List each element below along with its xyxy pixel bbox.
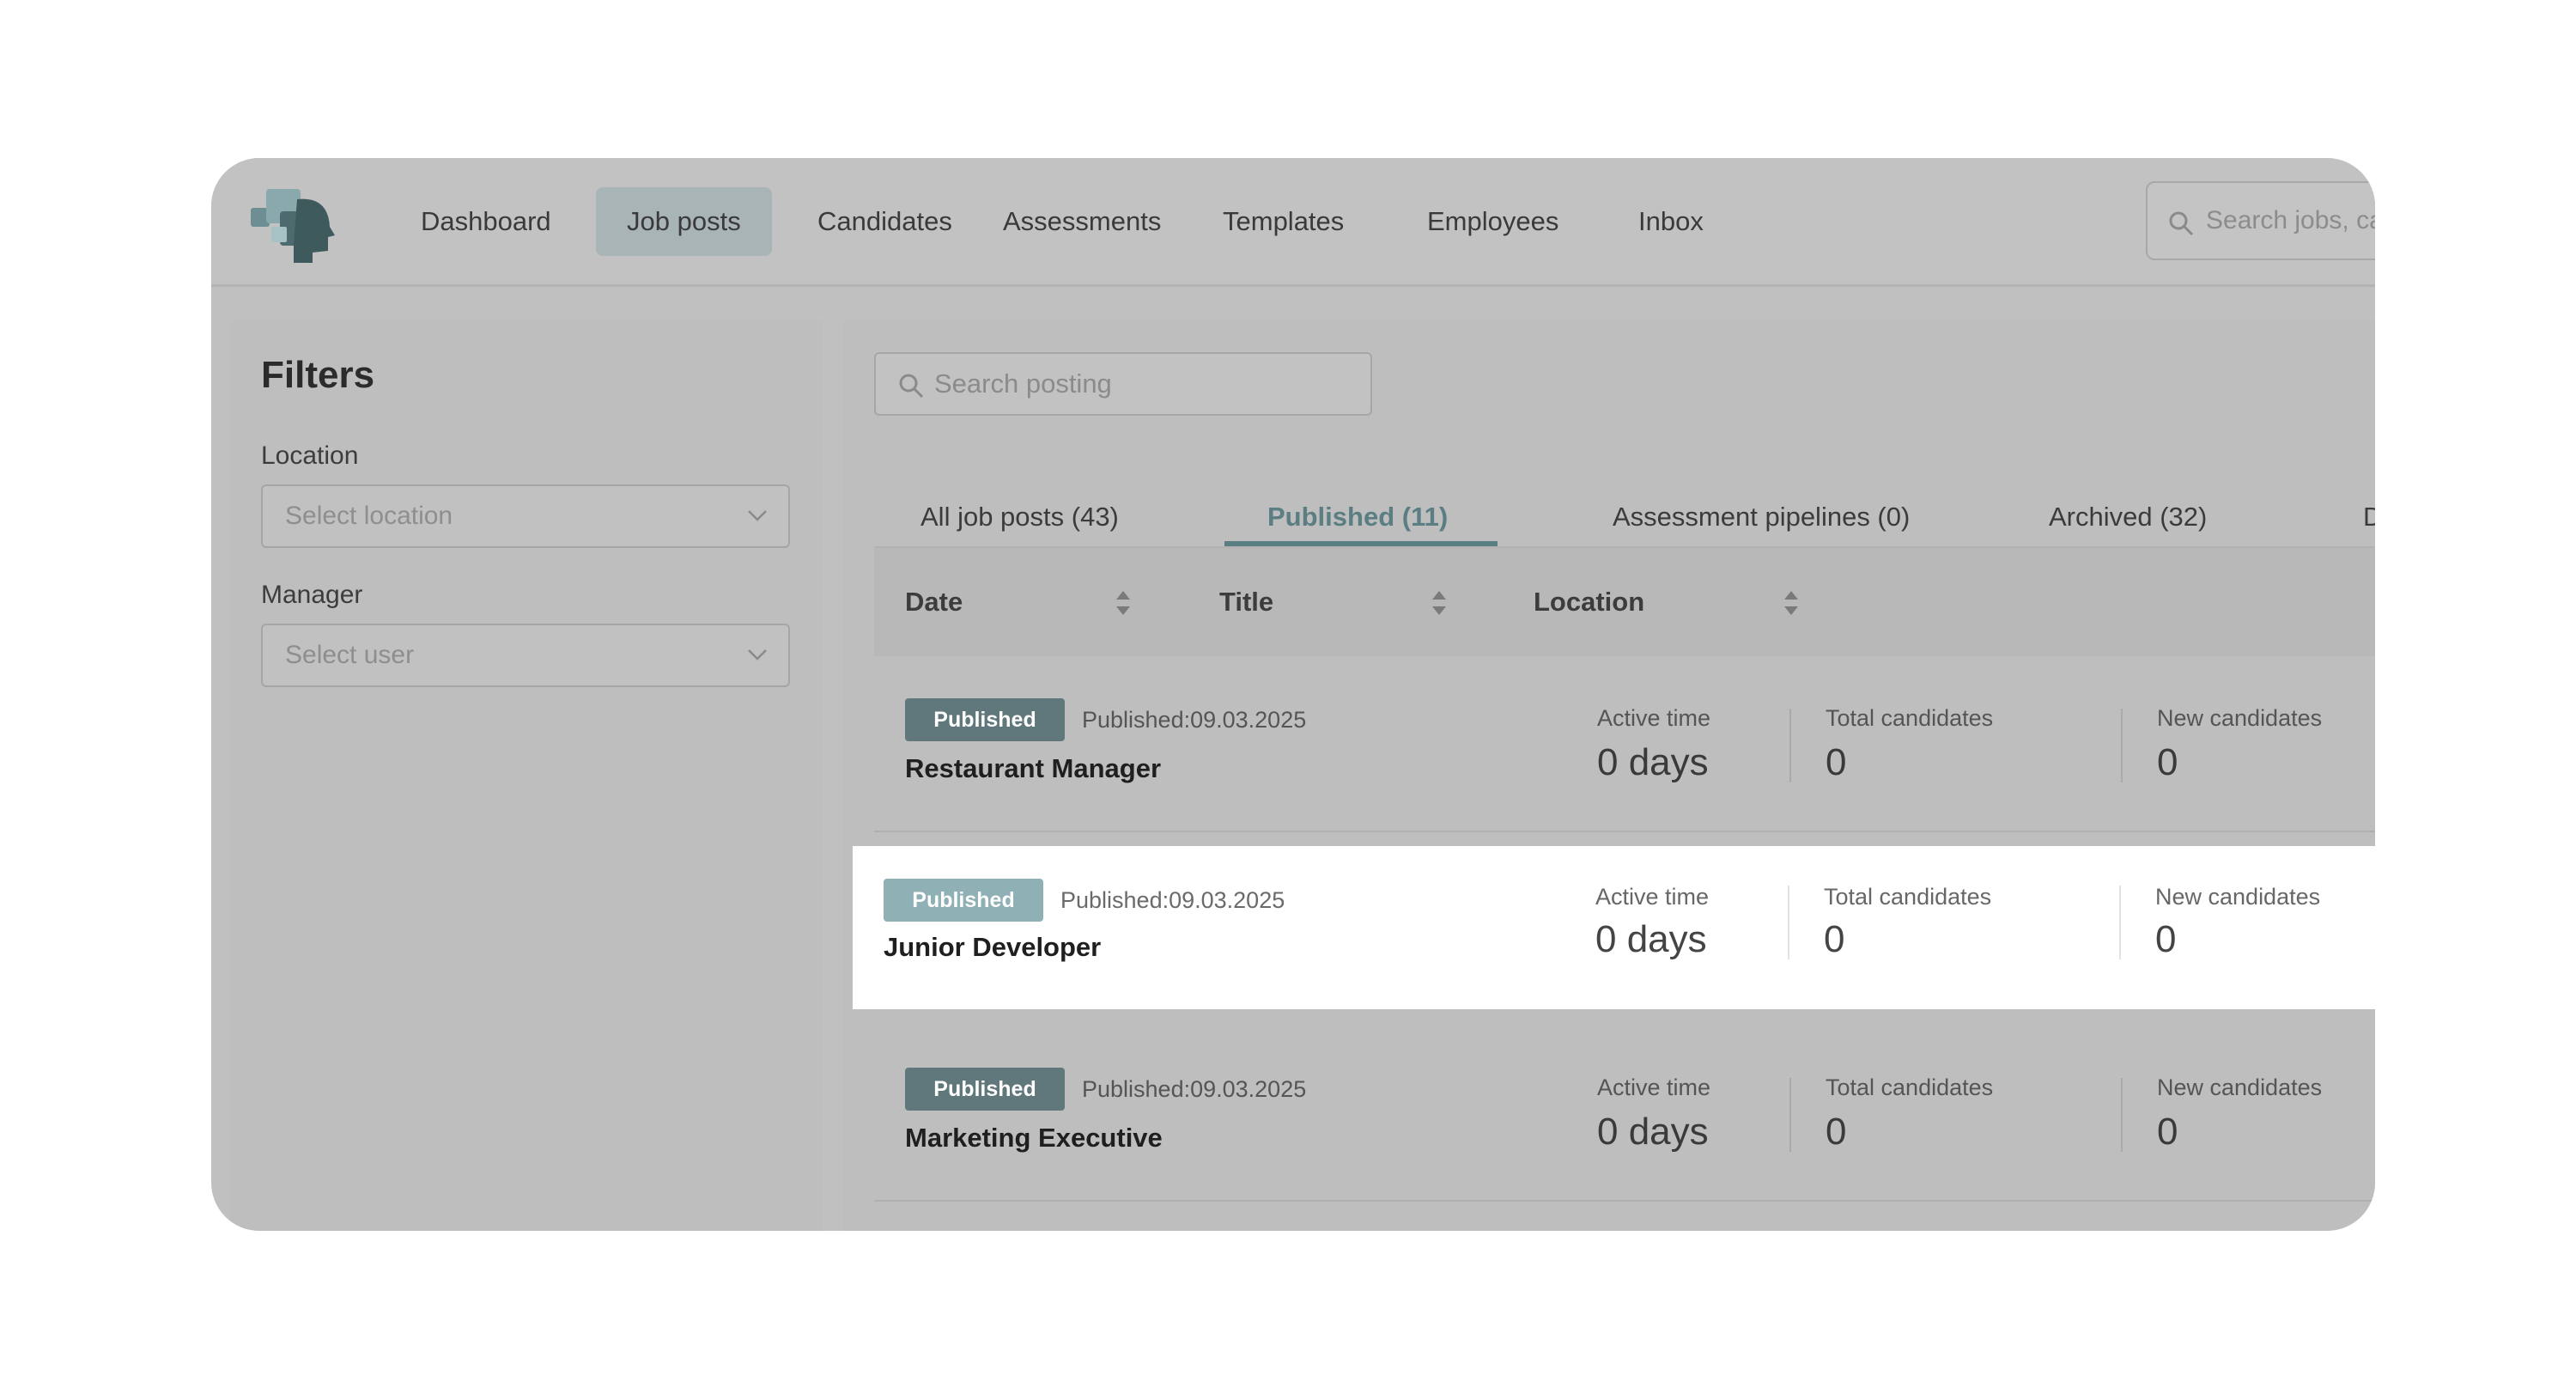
stat-divider xyxy=(2119,886,2121,959)
search-posting-input[interactable]: Search posting xyxy=(874,352,1372,416)
new-candidates-value: 0 xyxy=(2157,1111,2178,1153)
nav-job-posts[interactable]: Job posts xyxy=(596,187,772,256)
new-candidates-value: 0 xyxy=(2157,741,2178,783)
published-date: Published:09.03.2025 xyxy=(1060,887,1285,913)
active-tab-indicator xyxy=(1224,541,1498,546)
brand-logo-icon[interactable] xyxy=(246,184,342,266)
stat-divider xyxy=(1789,709,1791,782)
status-badge: Published xyxy=(905,1068,1065,1111)
total-candidates-value: 0 xyxy=(1826,1111,1847,1153)
sort-icon[interactable] xyxy=(1783,589,1800,617)
job-posts-panel: Search posting All job posts (43) Publis… xyxy=(843,321,2375,1231)
nav-templates[interactable]: Templates xyxy=(1192,187,1375,256)
manager-select[interactable]: Select user xyxy=(261,624,790,687)
filters-sidebar: Filters Location Select location Manager… xyxy=(230,321,823,1231)
location-select[interactable]: Select location xyxy=(261,484,790,548)
top-navigation-bar: Dashboard Job posts Candidates Assessmen… xyxy=(211,158,2375,287)
total-candidates-value: 0 xyxy=(1824,918,1845,960)
published-date: Published:09.03.2025 xyxy=(1082,707,1307,733)
job-row-junior-developer[interactable]: Published Published:09.03.2025 Junior De… xyxy=(853,846,2375,1009)
nav-inbox[interactable]: Inbox xyxy=(1607,187,1735,256)
stat-divider xyxy=(1789,1078,1791,1152)
active-time-label: Active time xyxy=(1597,1075,1711,1100)
column-title[interactable]: Title xyxy=(1219,548,1273,656)
manager-label: Manager xyxy=(261,581,363,609)
nav-assessments[interactable]: Assessments xyxy=(972,187,1192,256)
sort-icon[interactable] xyxy=(1115,589,1132,617)
active-time-label: Active time xyxy=(1597,705,1711,731)
active-time-label: Active time xyxy=(1595,884,1710,910)
new-candidates-value: 0 xyxy=(2155,918,2177,960)
tab-all-job-posts[interactable]: All job posts (43) xyxy=(920,483,1119,551)
filters-title: Filters xyxy=(261,354,375,396)
location-label: Location xyxy=(261,441,359,470)
chevron-down-icon xyxy=(748,649,767,661)
job-row-restaurant-manager[interactable]: Published Published:09.03.2025 Restauran… xyxy=(874,669,2375,832)
job-title[interactable]: Marketing Executive xyxy=(905,1123,1163,1154)
new-candidates-label: New candidates xyxy=(2157,1075,2323,1100)
total-candidates-label: Total candidates xyxy=(1826,1075,1994,1100)
new-candidates-label: New candidates xyxy=(2157,705,2323,731)
nav-dashboard[interactable]: Dashboard xyxy=(390,187,582,256)
global-search-input[interactable]: Search jobs, ca xyxy=(2146,181,2375,260)
status-badge: Published xyxy=(884,879,1043,922)
row-divider xyxy=(874,831,2375,832)
status-badge: Published xyxy=(905,698,1065,741)
job-title[interactable]: Restaurant Manager xyxy=(905,753,1161,784)
new-candidates-label: New candidates xyxy=(2155,884,2321,910)
search-posting-placeholder: Search posting xyxy=(934,368,1112,399)
tab-overflow[interactable]: D xyxy=(2363,483,2375,551)
nav-candidates[interactable]: Candidates xyxy=(787,187,983,256)
stat-divider xyxy=(2121,709,2123,782)
tab-assessment-pipelines[interactable]: Assessment pipelines (0) xyxy=(1613,483,1910,551)
column-location[interactable]: Location xyxy=(1534,548,1644,656)
nav-employees[interactable]: Employees xyxy=(1396,187,1589,256)
published-date: Published:09.03.2025 xyxy=(1082,1076,1307,1102)
stat-divider xyxy=(1788,886,1789,959)
stat-divider xyxy=(2121,1078,2123,1152)
active-time-value: 0 days xyxy=(1597,1111,1709,1153)
search-icon xyxy=(899,374,924,399)
chevron-down-icon xyxy=(748,510,767,521)
total-candidates-label: Total candidates xyxy=(1826,705,1994,731)
active-time-value: 0 days xyxy=(1595,918,1707,960)
total-candidates-value: 0 xyxy=(1826,741,1847,783)
manager-placeholder: Select user xyxy=(285,641,415,669)
column-date[interactable]: Date xyxy=(905,548,963,656)
global-search-placeholder: Search jobs, ca xyxy=(2206,206,2375,234)
app-window: Dashboard Job posts Candidates Assessmen… xyxy=(211,158,2375,1231)
search-icon xyxy=(2169,211,2194,236)
active-time-value: 0 days xyxy=(1597,741,1709,783)
table-header: Date Title Location xyxy=(874,548,2375,656)
job-title[interactable]: Junior Developer xyxy=(884,932,1101,963)
job-row-marketing-executive[interactable]: Published Published:09.03.2025 Marketing… xyxy=(874,1038,2375,1202)
sort-icon[interactable] xyxy=(1431,589,1448,617)
job-row-content: Published Published:09.03.2025 Junior De… xyxy=(853,846,2375,1009)
location-placeholder: Select location xyxy=(285,502,453,530)
total-candidates-label: Total candidates xyxy=(1824,884,1992,910)
tab-archived[interactable]: Archived (32) xyxy=(2049,483,2207,551)
row-divider xyxy=(874,1200,2375,1202)
